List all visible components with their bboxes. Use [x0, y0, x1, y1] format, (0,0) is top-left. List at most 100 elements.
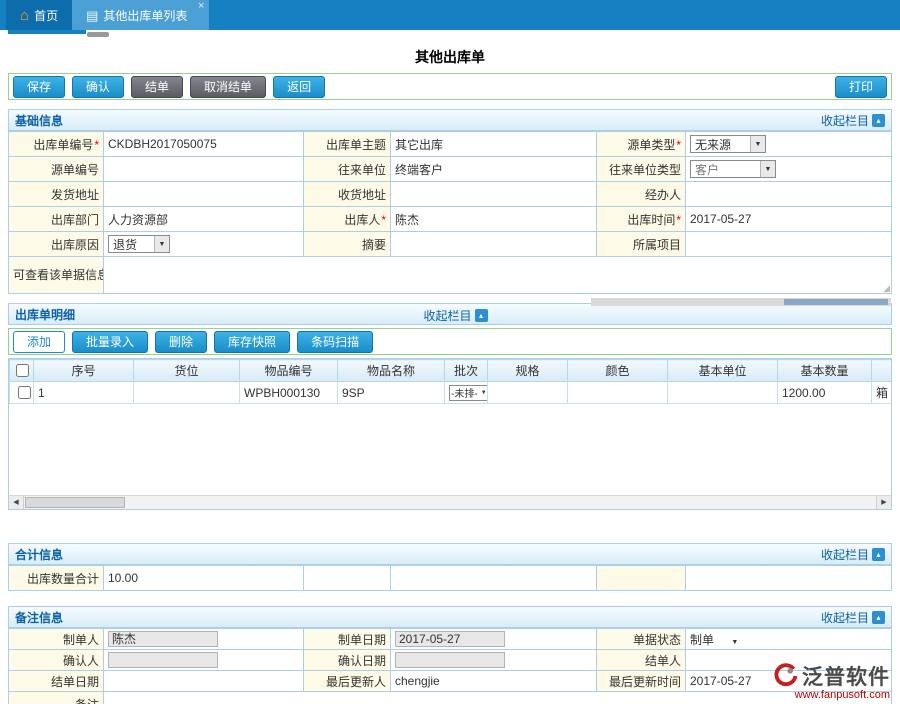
field-source-no[interactable]	[104, 157, 304, 182]
label-source-type: 源单类型*	[597, 132, 686, 157]
field-viewers[interactable]: ◢	[104, 257, 892, 294]
label-source-no: 源单编号	[9, 157, 104, 182]
label-doc-status: 单据状态	[597, 629, 686, 650]
label-total-qty: 出库数量合计	[9, 566, 104, 591]
tab-indicator	[8, 30, 86, 34]
close-tab-icon[interactable]: ×	[198, 1, 204, 12]
resize-grip-icon[interactable]: ◢	[883, 284, 890, 293]
label-viewers: 可查看该单据信息的人员	[9, 257, 104, 294]
field-partner[interactable]: 终端客户	[391, 157, 597, 182]
remark-collapse-link[interactable]: 收起栏目 ▴	[821, 609, 885, 626]
source-type-select[interactable]: 无来源 ▼	[690, 135, 766, 153]
collapse-icon: ▴	[475, 309, 488, 322]
vendor-name: 泛普软件	[802, 661, 890, 691]
tab-bar: ⌂ 首页 ▤ 其他出库单列表 ×	[0, 0, 900, 30]
cancel-settle-button[interactable]: 取消结单	[190, 76, 266, 98]
field-outbound-dept[interactable]: 人力资源部	[104, 207, 304, 232]
detail-horizontal-scrollbar: ◀ ▶	[9, 495, 891, 509]
field-summary[interactable]	[391, 232, 597, 257]
scroll-left-icon[interactable]: ◀	[9, 496, 24, 509]
field-receive-address[interactable]	[391, 182, 597, 207]
required-mark: *	[676, 138, 681, 152]
field-settle-date	[104, 671, 304, 692]
scrollbar-thumb[interactable]	[25, 497, 125, 508]
remark-title: 备注信息	[15, 609, 63, 626]
label-settle-date: 结单日期	[9, 671, 104, 692]
label-partner-type: 往来单位类型	[597, 157, 686, 182]
chevron-down-icon[interactable]: ▼	[731, 639, 738, 646]
field-order-no[interactable]: CKDBH2017050075	[104, 132, 304, 157]
detail-top-scrollbar-thumb[interactable]	[784, 299, 888, 305]
main-toolbar: 保存 确认 结单 取消结单 返回 打印	[8, 73, 892, 100]
chevron-down-icon: ▼	[750, 136, 765, 152]
total-header: 合计信息 收起栏目 ▴	[8, 543, 892, 565]
row-checkbox[interactable]	[18, 386, 31, 399]
home-icon: ⌂	[20, 8, 29, 23]
field-confirm-date	[391, 650, 597, 671]
cell-color[interactable]	[568, 382, 668, 404]
field-outbound-person[interactable]: 陈杰	[391, 207, 597, 232]
chevron-down-icon: ▼	[760, 161, 775, 177]
col-item-name: 物品名称	[338, 360, 445, 382]
confirm-date-input[interactable]	[395, 652, 505, 668]
tab-outbound-list[interactable]: ▤ 其他出库单列表 ×	[72, 0, 209, 30]
print-button[interactable]: 打印	[835, 76, 887, 98]
scroll-right-icon[interactable]: ▶	[876, 496, 891, 509]
col-base-unit: 基本单位	[668, 360, 778, 382]
confirm-button[interactable]: 确认	[72, 76, 124, 98]
field-order-subject[interactable]: 其它出库	[391, 132, 597, 157]
col-batch: 批次	[445, 360, 488, 382]
doc-status-value[interactable]: 制单	[690, 633, 714, 647]
col-unit	[872, 360, 893, 382]
top-scrollbar-thumb[interactable]	[87, 32, 109, 37]
cell-seq: 1	[34, 382, 134, 404]
label-remark: 备注	[9, 692, 104, 704]
cell-location[interactable]	[134, 382, 240, 404]
cell-unit: 箱	[872, 382, 893, 404]
vendor-url[interactable]: www.fanpusoft.com	[772, 689, 890, 701]
required-mark: *	[94, 138, 99, 152]
back-button[interactable]: 返回	[273, 76, 325, 98]
total-collapse-label: 收起栏目	[821, 546, 869, 563]
basic-info-header: 基础信息 收起栏目 ▴	[8, 109, 892, 131]
batch-select[interactable]: -未排- ▼	[449, 385, 488, 401]
field-agent[interactable]	[686, 182, 892, 207]
field-ship-address[interactable]	[104, 182, 304, 207]
partner-type-select[interactable]: 客户 ▼	[690, 160, 776, 178]
stock-snapshot-button[interactable]: 库存快照	[214, 331, 290, 353]
detail-grid: 序号 货位 物品编号 物品名称 批次 规格 颜色 基本单位 基本数量 1 WPB…	[8, 358, 892, 510]
create-date-input[interactable]: 2017-05-27	[395, 631, 505, 647]
label-last-update-time: 最后更新时间	[597, 671, 686, 692]
creator-input[interactable]: 陈杰	[108, 631, 218, 647]
field-creator: 陈杰	[104, 629, 304, 650]
field-outbound-time[interactable]: 2017-05-27	[686, 207, 892, 232]
detail-title: 出库单明细	[15, 306, 75, 323]
cell-spec[interactable]	[488, 382, 568, 404]
cell-base-unit[interactable]	[668, 382, 778, 404]
barcode-scan-button[interactable]: 条码扫描	[297, 331, 373, 353]
save-button[interactable]: 保存	[13, 76, 65, 98]
page-title: 其他出库单	[0, 39, 900, 73]
delete-row-button[interactable]: 删除	[155, 331, 207, 353]
add-row-button[interactable]: 添加	[13, 331, 65, 353]
cell-item-no[interactable]: WPBH000130	[240, 382, 338, 404]
field-last-updater: chengjie	[391, 671, 597, 692]
field-source-type: 无来源 ▼	[686, 132, 892, 157]
field-project[interactable]	[686, 232, 892, 257]
label-project: 所属项目	[597, 232, 686, 257]
tab-home[interactable]: ⌂ 首页	[6, 0, 72, 30]
col-seq: 序号	[34, 360, 134, 382]
basic-collapse-label: 收起栏目	[821, 112, 869, 129]
cell-item-name[interactable]: 9SP	[338, 382, 445, 404]
basic-collapse-link[interactable]: 收起栏目 ▴	[821, 112, 885, 129]
batch-entry-button[interactable]: 批量录入	[72, 331, 148, 353]
select-all-checkbox[interactable]	[16, 364, 29, 377]
detail-collapse-link[interactable]: 收起栏目 ▴	[424, 304, 488, 326]
confirmer-input[interactable]	[108, 652, 218, 668]
cell-base-qty[interactable]: 1200.00	[778, 382, 872, 404]
tab-outbound-list-label: 其他出库单列表	[103, 7, 187, 24]
top-scroll-strip	[0, 30, 900, 39]
total-collapse-link[interactable]: 收起栏目 ▴	[821, 546, 885, 563]
outbound-reason-select[interactable]: 退货 ▼	[108, 235, 170, 253]
settle-button[interactable]: 结单	[131, 76, 183, 98]
